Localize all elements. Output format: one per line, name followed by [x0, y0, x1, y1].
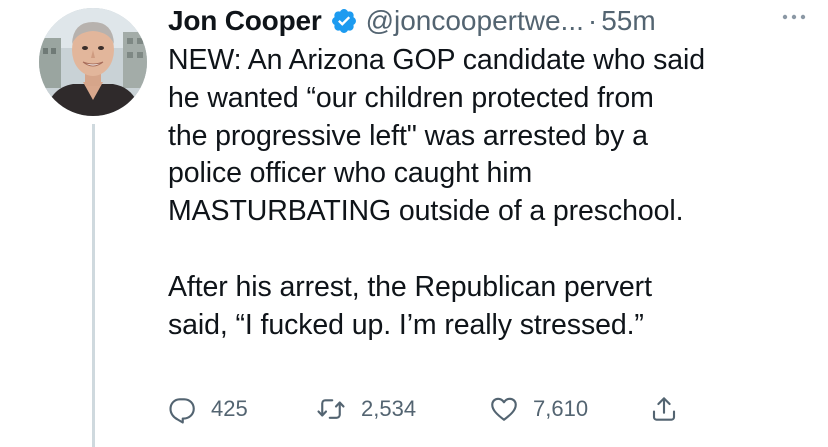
like-button[interactable]: 7,610 [489, 393, 588, 425]
author-handle[interactable]: @joncoopertwe... [366, 5, 584, 37]
tweet-paragraph: After his arrest, the Republican pervert… [168, 270, 652, 341]
reply-count: 425 [211, 396, 248, 421]
more-options-icon[interactable] [780, 7, 808, 27]
tweet-paragraph: NEW: An Arizona GOP candidate who said h… [168, 44, 705, 228]
action-bar: 425 2,534 7,610 [167, 393, 807, 425]
author-name[interactable]: Jon Cooper [168, 5, 322, 37]
share-icon [649, 394, 679, 424]
tweet-timestamp[interactable]: 55m [601, 5, 655, 37]
retweet-button[interactable]: 2,534 [315, 393, 416, 425]
tweet-header: Jon Cooper @joncoopertwe... · 55m [168, 1, 808, 41]
avatar[interactable] [39, 8, 147, 116]
reply-icon [167, 394, 197, 424]
reply-button[interactable]: 425 [167, 393, 248, 425]
separator-dot: · [587, 5, 598, 36]
avatar-photo [39, 8, 147, 116]
thread-line [92, 124, 95, 447]
retweet-count: 2,534 [361, 396, 417, 421]
verified-badge-icon [330, 7, 358, 35]
share-button[interactable] [649, 393, 679, 425]
tweet[interactable]: Jon Cooper @joncoopertwe... · 55m NEW: A… [0, 0, 828, 447]
tweet-text: NEW: An Arizona GOP candidate who said h… [168, 42, 808, 344]
like-count: 7,610 [533, 396, 589, 421]
retweet-icon [315, 394, 347, 424]
like-icon [489, 394, 519, 424]
